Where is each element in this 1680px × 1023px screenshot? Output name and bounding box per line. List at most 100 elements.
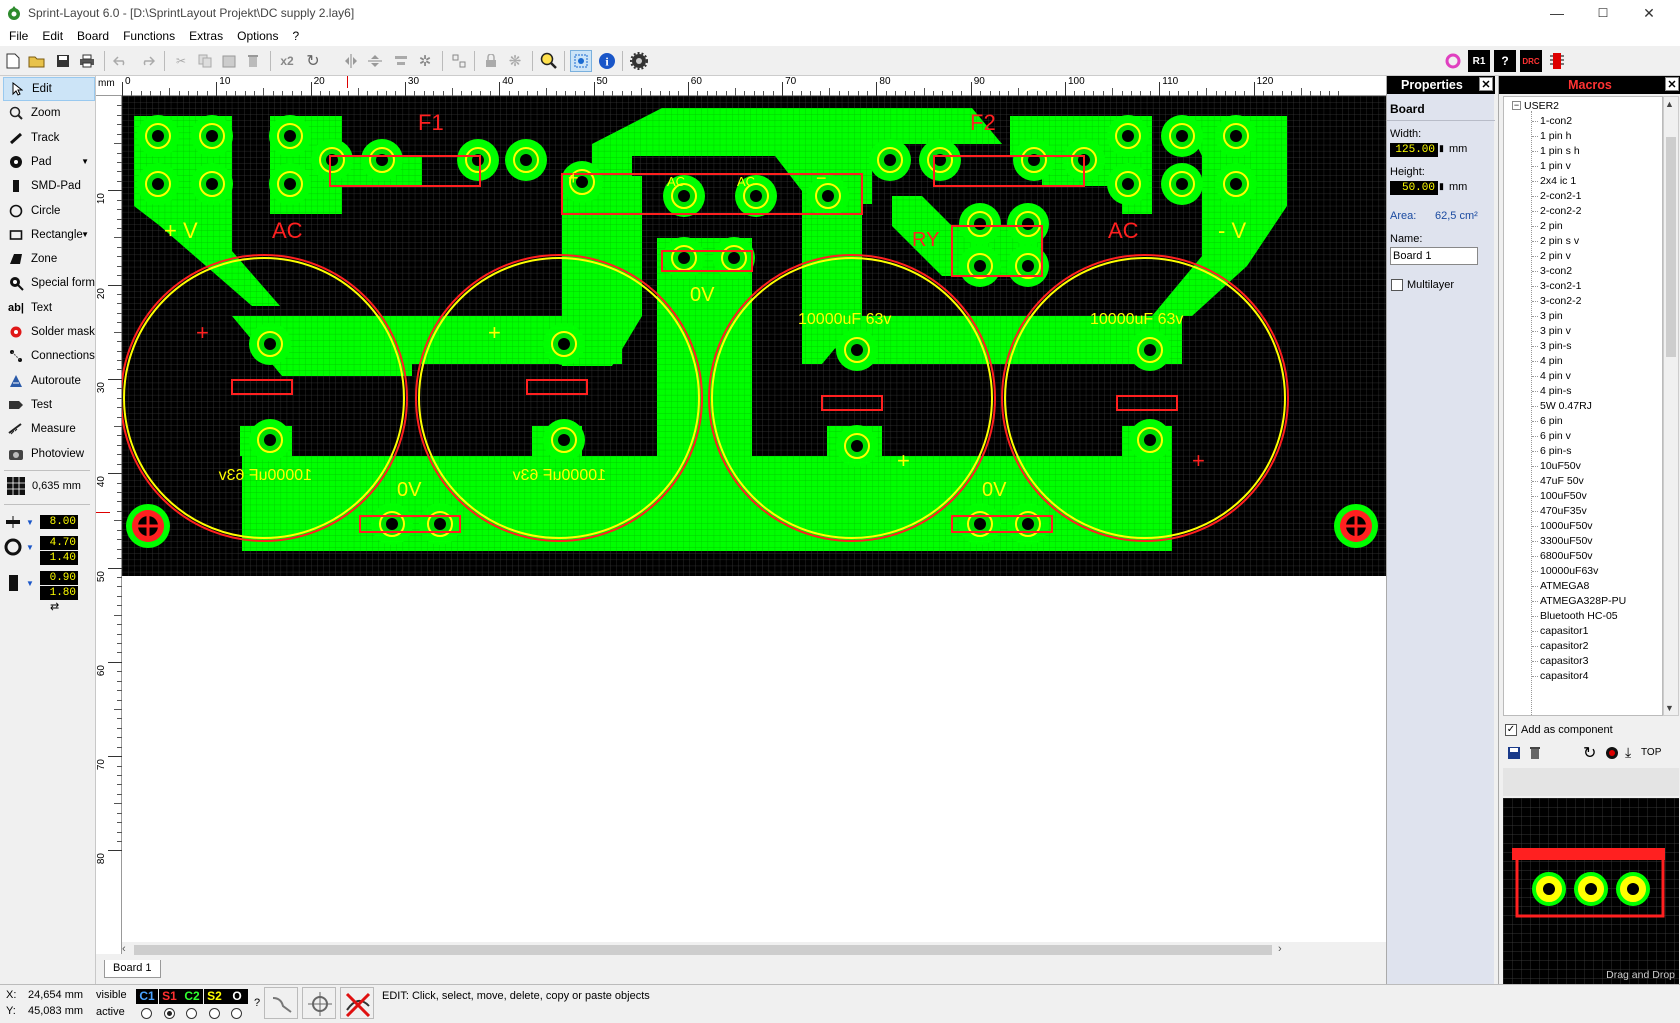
tool-rectangle[interactable]: Rectangle ▼ bbox=[3, 223, 95, 247]
macro-item[interactable]: 6800uF50v bbox=[1540, 550, 1593, 562]
macro-item[interactable]: capasitor1 bbox=[1540, 625, 1588, 637]
macro-item[interactable]: ATMEGA328P-PU bbox=[1540, 595, 1626, 607]
add-as-component-checkbox[interactable]: ✓ bbox=[1505, 724, 1517, 736]
menu-extras[interactable]: Extras bbox=[182, 29, 230, 43]
macro-scroll-thumb[interactable] bbox=[1666, 137, 1676, 357]
macro-item[interactable]: 4 pin bbox=[1540, 355, 1563, 367]
macro-item[interactable]: 2 pin bbox=[1540, 220, 1563, 232]
rotate-icon[interactable]: ↻ bbox=[302, 50, 324, 72]
menu-file[interactable]: File bbox=[2, 29, 35, 43]
menu-help[interactable]: ? bbox=[285, 29, 306, 43]
macro-item[interactable]: capasitor2 bbox=[1540, 640, 1588, 652]
new-icon[interactable] bbox=[2, 50, 24, 72]
redo-icon[interactable] bbox=[136, 50, 158, 72]
macro-item[interactable]: ATMEGA8 bbox=[1540, 580, 1589, 592]
macro-rotate-icon[interactable]: ↻ bbox=[1583, 743, 1596, 763]
horizontal-scrollbar[interactable]: ‹ › bbox=[122, 942, 1386, 958]
board-name-input[interactable] bbox=[1390, 247, 1478, 265]
track-width-icon[interactable]: ▼ bbox=[4, 514, 36, 532]
layer-active-radio-c2[interactable] bbox=[186, 1008, 197, 1019]
maximize-button[interactable]: ☐ bbox=[1580, 0, 1626, 26]
macro-item[interactable]: 2-con2-1 bbox=[1540, 190, 1581, 202]
group-icon[interactable]: ✲ bbox=[414, 50, 436, 72]
layer-active-radio-o[interactable] bbox=[231, 1008, 242, 1019]
smd-width-input[interactable]: 0.90 bbox=[40, 571, 78, 585]
layer-toggle-o[interactable]: O bbox=[226, 989, 248, 1004]
macro-item[interactable]: 470uF35v bbox=[1540, 505, 1587, 517]
tool-connections[interactable]: Connections bbox=[3, 344, 95, 368]
rubberband-icon[interactable] bbox=[1442, 50, 1464, 72]
pad-size-icon[interactable]: ▼ bbox=[4, 536, 36, 556]
ic-icon[interactable] bbox=[1546, 50, 1568, 72]
tool-track[interactable]: Track bbox=[3, 126, 95, 150]
scroll-thumb[interactable] bbox=[134, 945, 1272, 955]
crosshair-button[interactable] bbox=[302, 987, 336, 1019]
mirror-v-icon[interactable] bbox=[364, 50, 386, 72]
minimize-button[interactable]: — bbox=[1534, 0, 1580, 26]
smd-size-icon[interactable]: ▼ bbox=[4, 572, 36, 591]
lock-icon[interactable] bbox=[480, 50, 502, 72]
cut-icon[interactable]: ✂ bbox=[170, 50, 192, 72]
macro-item[interactable]: capasitor4 bbox=[1540, 670, 1588, 682]
scroll-down-icon[interactable]: ▼ bbox=[1665, 703, 1674, 713]
macro-item[interactable]: 1 pin h bbox=[1540, 130, 1572, 142]
macro-item[interactable]: 10uF50v bbox=[1540, 460, 1581, 472]
help-icon[interactable]: ? bbox=[1494, 50, 1516, 72]
macro-item[interactable]: 4 pin-s bbox=[1540, 385, 1572, 397]
tool-pad[interactable]: Pad ▼ bbox=[3, 150, 95, 174]
macro-list-scrollbar[interactable]: ▲ ▼ bbox=[1663, 96, 1679, 716]
open-icon[interactable] bbox=[26, 50, 48, 72]
layer-toggle-c1[interactable]: C1 bbox=[136, 989, 158, 1004]
track-width-input[interactable]: 8.00 bbox=[40, 515, 78, 529]
macro-item[interactable]: 6 pin-s bbox=[1540, 445, 1572, 457]
paste-icon[interactable] bbox=[218, 50, 240, 72]
print-icon[interactable] bbox=[76, 50, 98, 72]
macro-record-icon[interactable] bbox=[1605, 746, 1619, 763]
macros-close-icon[interactable]: ✕ bbox=[1665, 77, 1679, 91]
menu-edit[interactable]: Edit bbox=[35, 29, 70, 43]
macro-item[interactable]: 6 pin bbox=[1540, 415, 1563, 427]
tool-special-form[interactable]: Special form bbox=[3, 271, 95, 295]
macro-item[interactable]: 3-con2 bbox=[1540, 265, 1572, 277]
tool-zoom[interactable]: Zoom bbox=[3, 101, 95, 125]
macro-item[interactable]: 3-con2-2 bbox=[1540, 295, 1581, 307]
macro-root-folder[interactable]: USER2 bbox=[1524, 100, 1559, 112]
grid-value[interactable]: 0,635 mm bbox=[32, 480, 81, 492]
snap-grid-icon[interactable] bbox=[570, 50, 592, 72]
height-spin-icon[interactable]: ▮ bbox=[1439, 181, 1444, 192]
drc-icon[interactable]: DRC bbox=[1520, 50, 1542, 72]
layer-toggle-s2[interactable]: S2 bbox=[203, 989, 226, 1004]
tool-solder-mask[interactable]: Solder mask bbox=[3, 320, 95, 344]
grid-icon[interactable] bbox=[6, 476, 26, 496]
macro-item[interactable]: 2x4 ic 1 bbox=[1540, 175, 1576, 187]
tool-zone[interactable]: Zone bbox=[3, 247, 95, 271]
layer-active-radio-s1[interactable] bbox=[163, 1008, 175, 1019]
macro-item[interactable]: 6 pin v bbox=[1540, 430, 1571, 442]
tool-smd-pad[interactable]: SMD-Pad bbox=[3, 174, 95, 198]
layer-help-icon[interactable]: ? bbox=[254, 997, 260, 1009]
macro-item[interactable]: 1 pin v bbox=[1540, 160, 1571, 172]
duplicate-x2-button[interactable]: x2 bbox=[276, 50, 298, 72]
ungroup-icon[interactable] bbox=[448, 50, 470, 72]
tool-dropdown-icon[interactable]: ▼ bbox=[81, 157, 89, 166]
smd-height-input[interactable]: 1.80 bbox=[40, 586, 78, 600]
tool-autoroute[interactable]: Autoroute bbox=[3, 369, 95, 393]
tool-measure[interactable]: Measure bbox=[3, 417, 95, 441]
macro-item[interactable]: 2-con2-2 bbox=[1540, 205, 1581, 217]
tab-board-1[interactable]: Board 1 bbox=[104, 960, 161, 978]
scroll-right-icon[interactable]: › bbox=[1278, 943, 1282, 955]
macro-item[interactable]: 3-con2-1 bbox=[1540, 280, 1581, 292]
layer-active-radio-c1[interactable] bbox=[141, 1008, 152, 1019]
zoom-search-icon[interactable] bbox=[538, 50, 560, 72]
macro-save-icon[interactable] bbox=[1507, 746, 1521, 763]
design-canvas[interactable]: F1 F2 + V - V AC AC AC AC RY 0V 0V 0V 10… bbox=[122, 76, 1386, 954]
settings-gear-icon[interactable] bbox=[628, 50, 650, 72]
scroll-up-icon[interactable]: ▲ bbox=[1665, 99, 1674, 109]
undo-icon[interactable] bbox=[110, 50, 132, 72]
macro-delete-icon[interactable] bbox=[1529, 746, 1541, 763]
scroll-left-icon[interactable]: ‹ bbox=[122, 943, 126, 955]
macro-place-icon[interactable]: ⤓ bbox=[1625, 744, 1631, 761]
menu-functions[interactable]: Functions bbox=[116, 29, 182, 43]
delete-icon[interactable] bbox=[242, 50, 264, 72]
layer-toggle-c2[interactable]: C2 bbox=[181, 989, 203, 1004]
